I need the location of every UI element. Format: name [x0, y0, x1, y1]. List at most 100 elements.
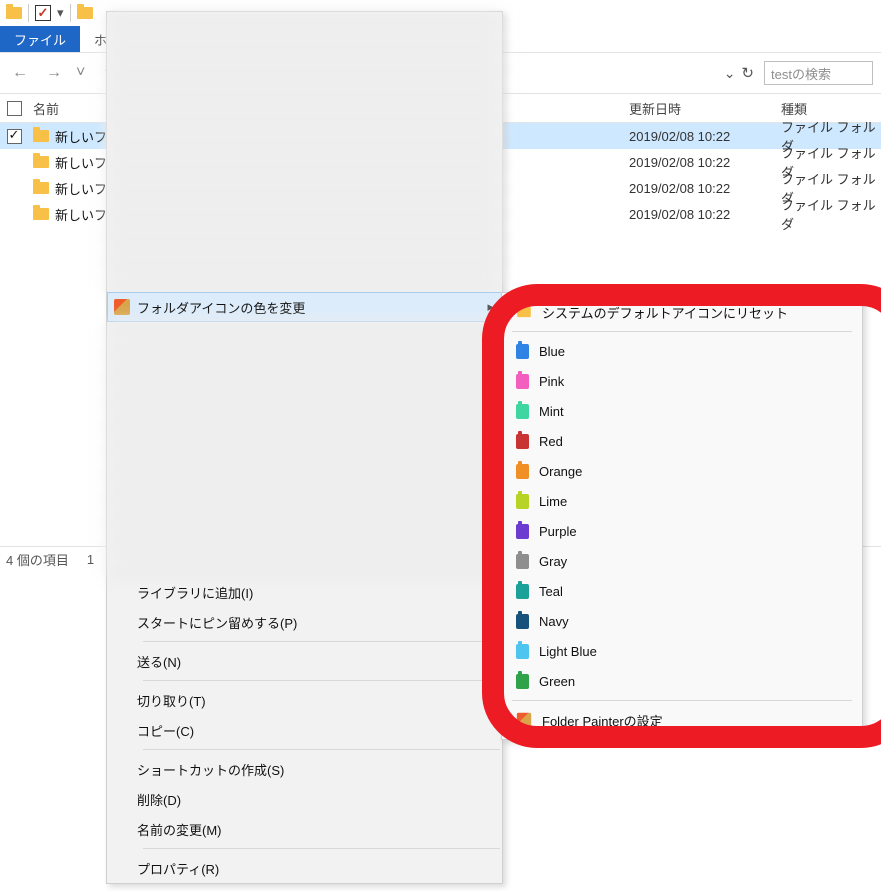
color-label: Mint: [539, 404, 564, 419]
chevron-right-icon: ▸: [487, 653, 494, 669]
item-count: 4 個の項目: [6, 550, 69, 569]
submenu-color-navy[interactable]: Navy: [502, 606, 862, 636]
submenu-folder-painter-settings[interactable]: Folder Painterの設定: [502, 705, 862, 735]
menu-item-label: スタートにピン留めする(P): [137, 613, 502, 632]
submenu-color-lime[interactable]: Lime: [502, 486, 862, 516]
forward-button[interactable]: →: [42, 64, 66, 82]
menu-item-label: コピー(C): [137, 721, 502, 740]
color-swatch-icon: [516, 584, 529, 599]
folder-icon: [33, 130, 49, 142]
color-swatch-icon: [516, 644, 529, 659]
menu-separator: [143, 680, 500, 681]
submenu-color-gray[interactable]: Gray: [502, 546, 862, 576]
chevron-right-icon: ▸: [487, 299, 494, 315]
color-swatch-icon: [516, 344, 529, 359]
submenu-color-light-blue[interactable]: Light Blue: [502, 636, 862, 666]
menu-item-label: ライブラリに追加(I): [137, 583, 502, 602]
menu-add-to-library[interactable]: ライブラリに追加(I) ▸: [107, 577, 502, 607]
refresh-button[interactable]: ↻: [741, 64, 754, 82]
menu-separator: [143, 641, 500, 642]
color-label: Red: [539, 434, 563, 449]
header-type[interactable]: 種類: [781, 99, 881, 118]
submenu-item-label: システムのデフォルトアイコンにリセット: [542, 303, 788, 322]
menu-item-label: 送る(N): [137, 652, 502, 671]
chevron-right-icon: ▸: [487, 584, 494, 600]
submenu-color-blue[interactable]: Blue: [502, 336, 862, 366]
color-swatch-icon: [516, 404, 529, 419]
cell-date: 2019/02/08 10:22: [629, 129, 781, 144]
divider: [70, 4, 71, 22]
cell-date: 2019/02/08 10:22: [629, 155, 781, 170]
folder-icon: [517, 307, 531, 317]
color-swatch-icon: [516, 494, 529, 509]
selection-count: 1: [87, 552, 94, 567]
color-swatch-icon: [516, 614, 529, 629]
color-swatch-icon: [516, 554, 529, 569]
menu-pin-to-start[interactable]: スタートにピン留めする(P): [107, 607, 502, 637]
search-input[interactable]: testの検索: [764, 61, 873, 85]
explorer-window: ✓ ▾ ファイル ホーム ← → ˅ ↑ ⌄ ↻ testの検索 名前 更新日時…: [0, 0, 881, 891]
folder-icon: [77, 7, 93, 19]
folder-icon: [33, 156, 49, 168]
submenu-color-green[interactable]: Green: [502, 666, 862, 696]
menu-item-label: 切り取り(T): [137, 691, 502, 710]
chevron-down-icon[interactable]: ⌄: [724, 65, 736, 82]
submenu-color-purple[interactable]: Purple: [502, 516, 862, 546]
menu-properties[interactable]: プロパティ(R): [107, 853, 502, 883]
color-label: Blue: [539, 344, 565, 359]
context-menu: フォルダアイコンの色を変更 ▸ ライブラリに追加(I) ▸ スタートにピン留めす…: [106, 11, 503, 884]
tab-file[interactable]: ファイル: [0, 26, 80, 52]
row-checkbox[interactable]: ✓: [0, 129, 28, 144]
color-label: Light Blue: [539, 644, 597, 659]
folder-icon: [33, 208, 49, 220]
submenu-color-red[interactable]: Red: [502, 426, 862, 456]
color-submenu: システムのデフォルトアイコンにリセット Blue Pink Mint Red Orang…: [501, 292, 863, 740]
color-swatch-icon: [516, 524, 529, 539]
folder-icon: [6, 7, 22, 19]
back-button[interactable]: ←: [8, 64, 32, 82]
color-label: Gray: [539, 554, 567, 569]
menu-item-label: プロパティ(R): [137, 859, 502, 878]
color-swatch-icon: [516, 674, 529, 689]
color-swatch-icon: [516, 464, 529, 479]
brush-icon: [114, 299, 130, 315]
menu-item-label: 名前の変更(M): [137, 820, 502, 839]
folder-icon: [33, 182, 49, 194]
color-label: Pink: [539, 374, 564, 389]
menu-send-to[interactable]: 送る(N) ▸: [107, 646, 502, 676]
blurred-menu-section: [107, 322, 502, 577]
menu-create-shortcut[interactable]: ショートカットの作成(S): [107, 754, 502, 784]
submenu-reset-default[interactable]: システムのデフォルトアイコンにリセット: [502, 297, 862, 327]
brush-icon: [517, 713, 531, 727]
cell-date: 2019/02/08 10:22: [629, 181, 781, 196]
color-label: Teal: [539, 584, 563, 599]
submenu-color-pink[interactable]: Pink: [502, 366, 862, 396]
menu-copy[interactable]: コピー(C): [107, 715, 502, 745]
up-button[interactable]: ˅: [72, 64, 89, 82]
color-swatch-icon: [516, 434, 529, 449]
submenu-color-orange[interactable]: Orange: [502, 456, 862, 486]
pin-icon[interactable]: ▾: [57, 5, 64, 21]
checkbox-icon[interactable]: ✓: [35, 5, 51, 21]
select-all-checkbox[interactable]: [0, 101, 28, 116]
menu-item-label: 削除(D): [137, 790, 502, 809]
blurred-menu-section: [107, 12, 502, 292]
submenu-color-teal[interactable]: Teal: [502, 576, 862, 606]
menu-separator: [512, 331, 852, 332]
menu-rename[interactable]: 名前の変更(M): [107, 814, 502, 844]
menu-item-label: ショートカットの作成(S): [137, 760, 502, 779]
color-label: Navy: [539, 614, 569, 629]
menu-delete[interactable]: 削除(D): [107, 784, 502, 814]
cell-type: ファイル フォルダ: [781, 195, 881, 233]
cell-date: 2019/02/08 10:22: [629, 207, 781, 222]
menu-item-label: フォルダアイコンの色を変更: [137, 298, 502, 317]
color-label: Orange: [539, 464, 582, 479]
menu-cut[interactable]: 切り取り(T): [107, 685, 502, 715]
submenu-color-mint[interactable]: Mint: [502, 396, 862, 426]
header-date[interactable]: 更新日時: [629, 99, 781, 118]
submenu-item-label: Folder Painterの設定: [542, 711, 663, 730]
menu-change-folder-color[interactable]: フォルダアイコンの色を変更 ▸: [107, 292, 502, 322]
color-label: Green: [539, 674, 575, 689]
menu-separator: [143, 848, 500, 849]
color-label: Purple: [539, 524, 577, 539]
